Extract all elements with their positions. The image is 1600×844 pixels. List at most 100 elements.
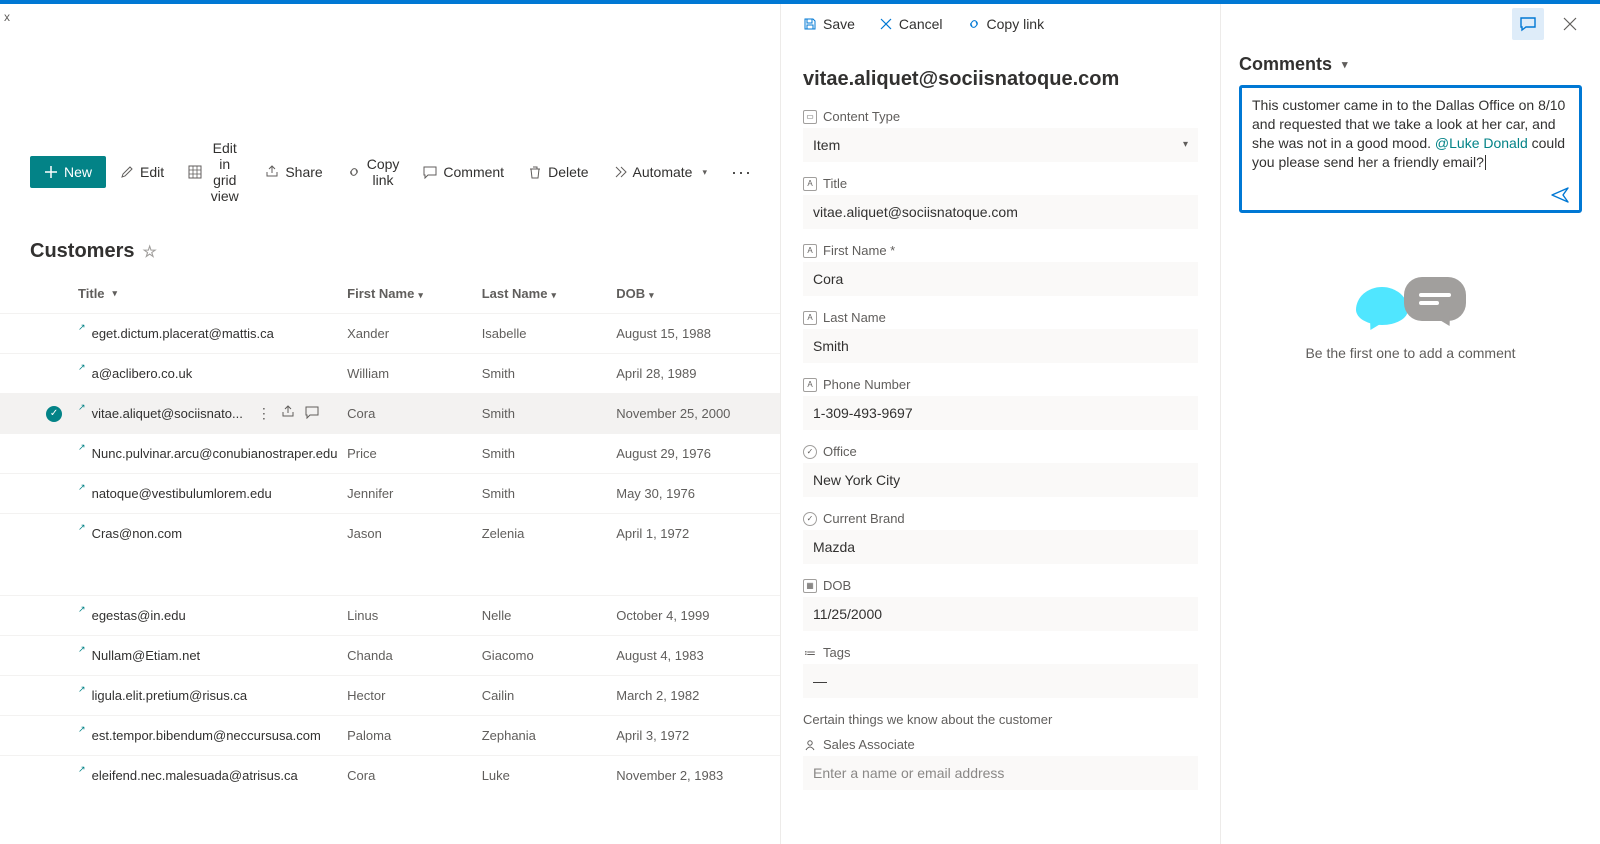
dob-label: DOB [823,578,851,593]
row-last-name: Zelenia [482,526,617,541]
row-first-name: Cora [347,768,482,783]
row-title[interactable]: eleifend.nec.malesuada@atrisus.ca [92,768,298,783]
title-input[interactable]: vitae.aliquet@sociisnatoque.com [803,195,1198,229]
table-row[interactable]: ↗ est.tempor.bibendum@neccursusa.com Palom… [0,715,780,755]
row-dob: August 29, 1976 [616,446,770,461]
row-first-name: Jennifer [347,486,482,501]
col-first-name[interactable]: First Name▾ [347,286,482,301]
phone-input[interactable]: 1-309-493-9697 [803,396,1198,430]
row-last-name: Zephania [482,728,617,743]
row-title[interactable]: Nunc.pulvinar.arcu@conubianostraper.edu [92,446,338,461]
office-label: Office [823,444,857,459]
panel-copy-link-button[interactable]: Copy link [959,12,1053,36]
phone-label: Phone Number [823,377,910,392]
selected-check-icon[interactable]: ✓ [46,406,62,422]
row-last-name: Isabelle [482,326,617,341]
row-comment-icon[interactable] [305,405,319,422]
row-first-name: Paloma [347,728,482,743]
dob-input[interactable]: 11/25/2000 [803,597,1198,631]
row-more-icon[interactable]: ⋮ [257,405,271,422]
table-row[interactable]: ↗eleifend.nec.malesuada@atrisus.caCoraLu… [0,755,780,795]
edit-label: Edit [140,164,164,180]
edit-grid-button[interactable]: Edit in grid view [178,134,251,210]
chevron-down-icon: ▾ [649,290,654,300]
link-icon [347,165,361,179]
cancel-button[interactable]: Cancel [871,12,951,36]
section-note: Certain things we know about the custome… [803,712,1198,727]
row-first-name: Hector [347,688,482,703]
save-label: Save [823,16,855,32]
col-title[interactable]: Title▾ [78,286,347,301]
favorite-star-icon[interactable]: ☆ [142,242,156,262]
table-row[interactable]: ↗egestas@in.eduLinusNelleOctober 4, 1999 [0,595,780,635]
table-row[interactable]: ↗ligula.elit.pretium@risus.caHectorCaili… [0,675,780,715]
row-dob: April 3, 1972 [616,728,770,743]
content-type-select[interactable]: Item▾ [803,128,1198,162]
more-button[interactable]: ··· [721,156,762,189]
row-dob: November 2, 1983 [616,768,770,783]
row-title[interactable]: est.tempor.bibendum@neccursusa.com [92,728,321,743]
comment-draft-text: This customer came in to the Dallas Offi… [1252,96,1569,172]
comment-button[interactable]: Comment [413,158,514,186]
row-title[interactable]: egestas@in.edu [92,608,186,623]
office-input[interactable]: New York City [803,463,1198,497]
edit-grid-label: Edit in grid view [208,140,241,204]
first-name-label: First Name * [823,243,895,258]
row-title[interactable]: natoque@vestibulumlorem.edu [92,486,272,501]
comment-input[interactable]: This customer came in to the Dallas Offi… [1239,85,1582,213]
close-button[interactable] [1554,8,1586,40]
copy-link-button[interactable]: Copy link [337,150,410,194]
empty-text: Be the first one to add a comment [1305,345,1515,361]
row-share-icon[interactable] [281,405,295,422]
automate-button[interactable]: Automate ▾ [603,158,717,186]
form-pane: Save Cancel Copy link vitae.aliquet@soci… [780,4,1220,844]
row-title[interactable]: eget.dictum.placerat@mattis.ca [92,326,274,341]
first-name-input[interactable]: Cora [803,262,1198,296]
col-last-name[interactable]: Last Name▾ [482,286,617,301]
share-icon [265,165,279,179]
table-row[interactable]: ↗Nullam@Etiam.netChandaGiacomoAugust 4, … [0,635,780,675]
table-row[interactable]: ↗natoque@vestibulumlorem.eduJenniferSmit… [0,473,780,513]
table-row[interactable]: ↗a@aclibero.co.ukWilliamSmithApril 28, 1… [0,353,780,393]
row-title[interactable]: Nullam@Etiam.net [92,648,201,663]
table-row[interactable]: ↗Cras@non.comJasonZeleniaApril 1, 1972 [0,513,780,553]
copy-link-label: Copy link [367,156,400,188]
comment-icon [1519,15,1537,33]
save-icon [803,17,817,31]
table-row[interactable]: ↗Nunc.pulvinar.arcu@conubianostraper.edu… [0,433,780,473]
save-button[interactable]: Save [795,12,863,36]
sa-input[interactable]: Enter a name or email address [803,756,1198,790]
col-dob[interactable]: DOB▾ [616,286,770,301]
send-button[interactable] [1551,186,1569,204]
brand-label: Current Brand [823,511,905,526]
automate-label: Automate [633,164,693,180]
row-title[interactable]: a@aclibero.co.uk [92,366,193,381]
share-indicator-icon: ↗ [78,604,86,615]
comments-toggle-button[interactable] [1512,8,1544,40]
row-title[interactable]: vitae.aliquet@sociisnato... [92,406,243,421]
new-button[interactable]: New [30,156,106,188]
tag-icon: ≔ [803,646,817,660]
row-dob: October 4, 1999 [616,608,770,623]
edit-button[interactable]: Edit [110,158,174,186]
last-name-input[interactable]: Smith [803,329,1198,363]
row-title[interactable]: Cras@non.com [92,526,183,541]
chevron-down-icon: ▾ [551,290,556,300]
share-indicator-icon: ↗ [78,724,86,735]
chevron-down-icon: ▾ [113,288,118,299]
form-toolbar: Save Cancel Copy link [781,4,1220,44]
grid-icon [188,165,202,179]
row-last-name: Smith [482,366,617,381]
row-title[interactable]: ligula.elit.pretium@risus.ca [92,688,248,703]
comments-header[interactable]: Comments ▾ [1239,54,1582,75]
chevron-down-icon: ▾ [418,290,423,300]
table-row[interactable]: ✓↗vitae.aliquet@sociisnato...⋮CoraSmithN… [0,393,780,433]
mention-chip[interactable]: @Luke Donald [1435,135,1528,151]
brand-input[interactable]: Mazda [803,530,1198,564]
flow-icon [613,165,627,179]
share-button[interactable]: Share [255,158,332,186]
table-row[interactable]: ↗eget.dictum.placerat@mattis.caXanderIsa… [0,313,780,353]
row-dob: May 30, 1976 [616,486,770,501]
tags-input[interactable]: — [803,664,1198,698]
delete-button[interactable]: Delete [518,158,598,186]
